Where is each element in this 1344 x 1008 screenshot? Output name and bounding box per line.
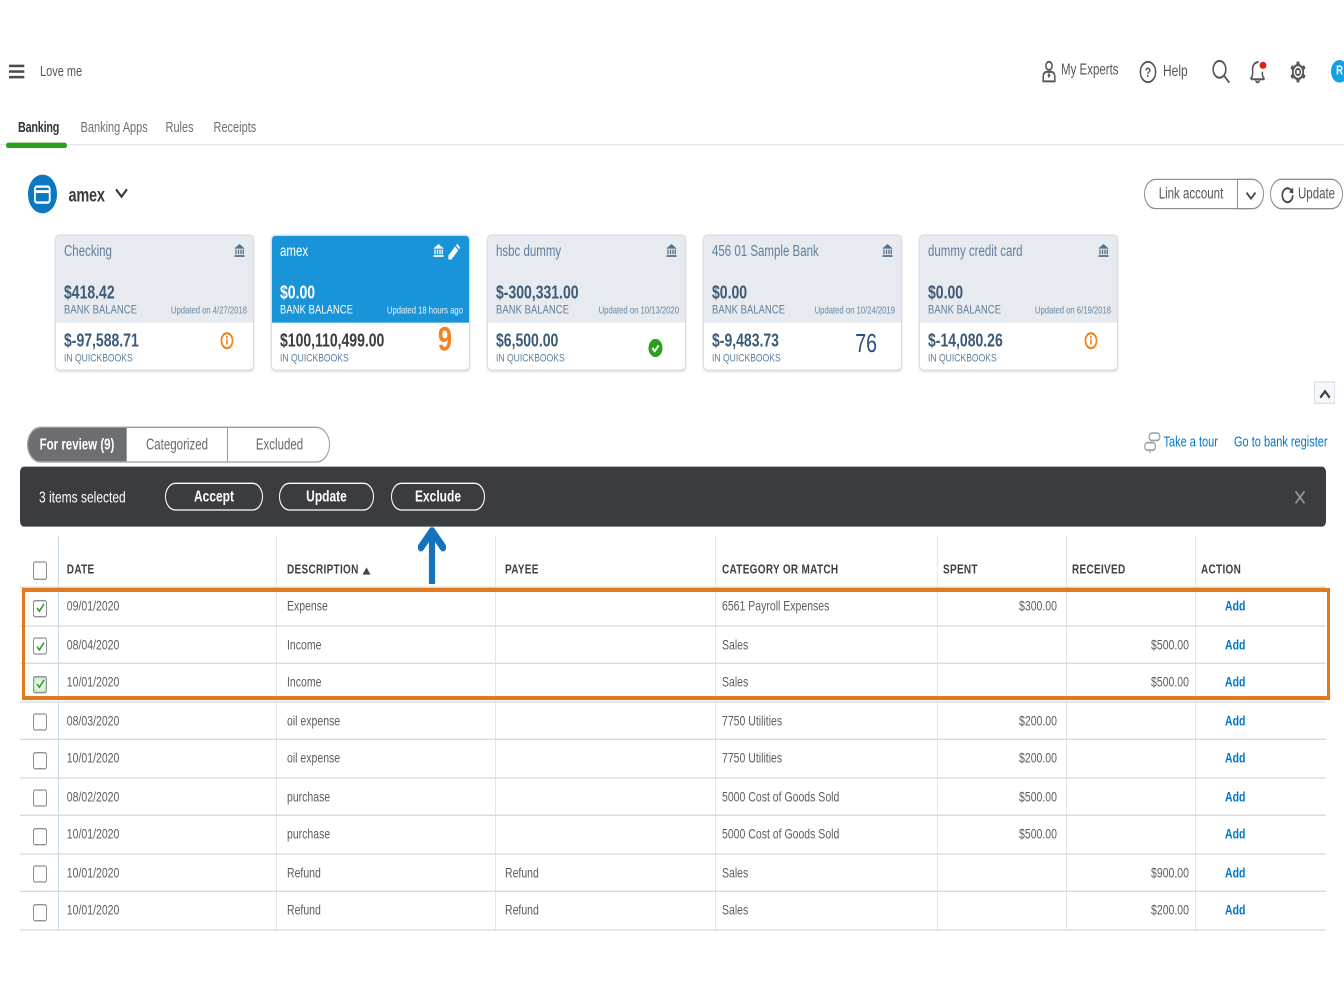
svg-text:?: ? <box>1145 64 1151 80</box>
